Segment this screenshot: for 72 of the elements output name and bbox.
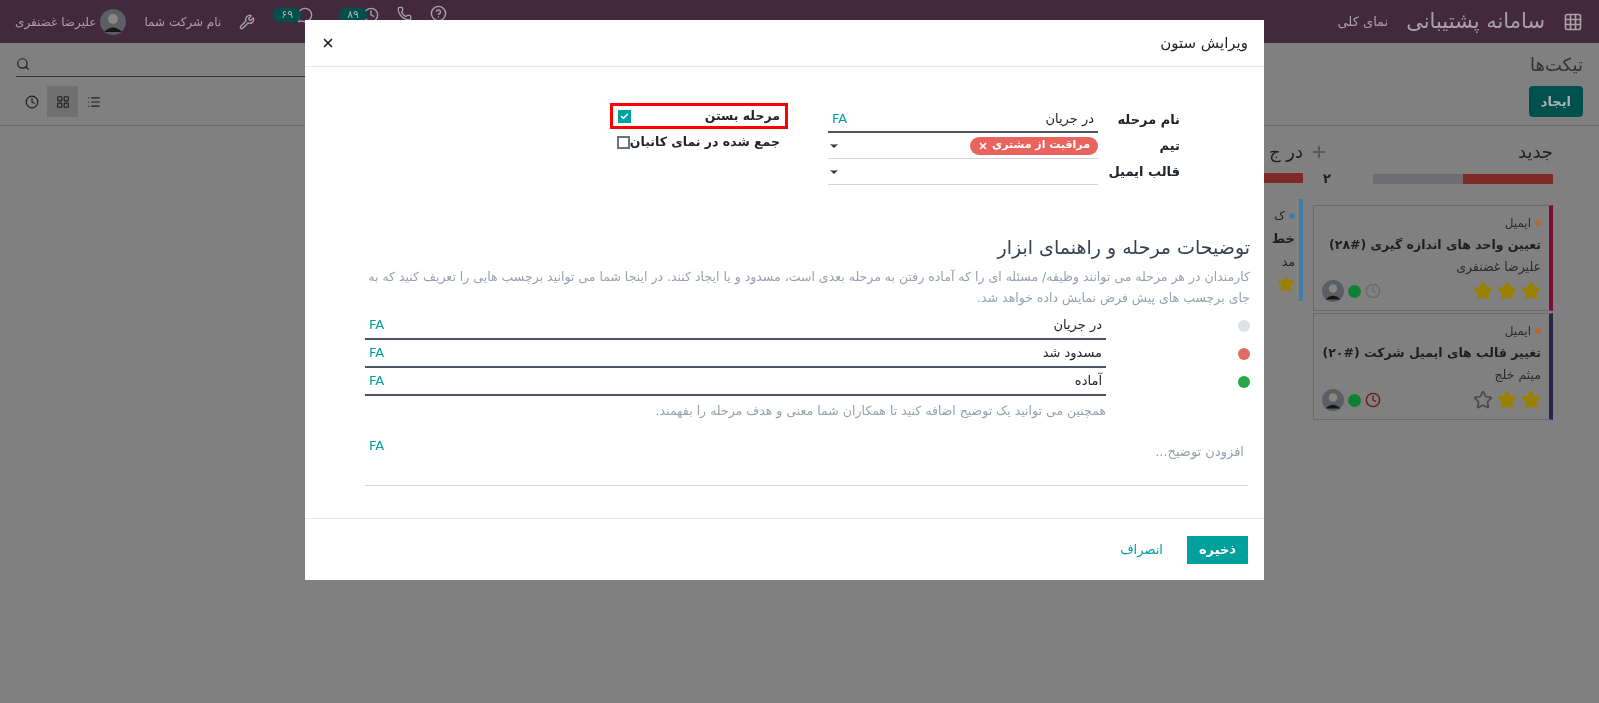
user-name[interactable]: علیرضا غضنفری <box>15 12 97 31</box>
avatar <box>100 8 127 35</box>
language-tag[interactable]: FA <box>369 436 385 486</box>
dialog-title: ویرایش ستون <box>1160 32 1248 54</box>
column-title: جدید <box>1517 140 1553 164</box>
field-value: در جریان <box>1053 315 1102 335</box>
avatar <box>1322 389 1344 411</box>
create-button[interactable]: ایجاد <box>1528 86 1583 117</box>
phone-icon[interactable] <box>396 6 412 21</box>
page-title: تیکت‌ها <box>1529 53 1583 77</box>
field-value: در جریان <box>1045 110 1094 129</box>
assignee-name: مد <box>1280 252 1295 271</box>
tag-label: ایمیل <box>1504 323 1531 341</box>
save-button[interactable]: ذخیره <box>1186 535 1248 564</box>
star-icon[interactable] <box>1277 275 1295 294</box>
ticket-card[interactable]: ایمیل تعیین واحد های اندازه گیری (#۲۸) علیرضا غضنفری <box>1313 204 1553 312</box>
menu-item[interactable]: نمای کلی <box>1337 11 1389 32</box>
star-icon[interactable] <box>1497 390 1517 410</box>
assignee-name: علیرضا غضنفری <box>1455 257 1541 277</box>
field-value: آماده <box>1074 371 1102 390</box>
language-tag[interactable]: FA <box>369 314 385 335</box>
star-rating[interactable] <box>1473 281 1541 302</box>
progress-bar[interactable] <box>1263 173 1303 183</box>
placeholder-text: افزودن توضیح... <box>1155 443 1244 462</box>
field-value: مسدود شد <box>1042 343 1102 363</box>
checkbox[interactable] <box>618 109 631 123</box>
ticket-title: تغییر قالب های ایمیل شرکت (#۲۰) <box>1322 344 1541 363</box>
language-tag[interactable]: FA <box>369 370 385 391</box>
app-title[interactable]: سامانه پشتیبانی <box>1406 5 1545 38</box>
section-title: توضیحات مرحله و راهنمای ابزار <box>995 235 1250 261</box>
message-count-badge: ۶۹ <box>273 7 302 22</box>
add-icon[interactable] <box>1313 145 1325 158</box>
star-icon[interactable] <box>1521 281 1541 302</box>
tools-icon[interactable] <box>239 13 256 30</box>
assignee-name: میثم خلج <box>1493 366 1541 385</box>
checkbox-label: جمع شده در نمای کانبان <box>629 132 780 151</box>
tag-label: ایمیل <box>1504 214 1531 232</box>
language-tag[interactable]: FA <box>832 109 848 129</box>
star-rating[interactable] <box>1473 390 1541 410</box>
field-label: تیم <box>1158 137 1180 156</box>
activity-view-icon <box>24 94 39 109</box>
search-icon <box>16 57 30 71</box>
close-icon[interactable] <box>321 36 335 50</box>
help-text: کارمندان در هر مرحله می توانند وظیفه/ مسئله ای را که آماده رفتن به مرحله بعدی است، مسدود و یا ایجاد کنند. در اینجا شما می توانید برچسب هایی را تعریف کنید که به جای برچسب های پیش فرض نمایش داده خواهد شد. <box>367 267 1250 308</box>
ticket-card[interactable]: ایمیل تغییر قالب های ایمیل شرکت (#۲۰) میثم خلج <box>1313 313 1553 420</box>
help-icon[interactable] <box>429 5 447 22</box>
star-icon[interactable] <box>1497 281 1517 302</box>
apps-menu-icon[interactable] <box>1563 11 1583 32</box>
company-name[interactable]: نام شرکت شما <box>144 12 222 31</box>
field-label: نام مرحله <box>1116 111 1180 130</box>
column-title: در ج <box>1267 140 1303 165</box>
ticket-title: خط <box>1270 230 1295 248</box>
kanban-view-button[interactable] <box>47 86 78 117</box>
column-count: ۲ <box>1323 170 1331 188</box>
activity-count-badge: ۸۹ <box>339 7 367 22</box>
checkbox[interactable] <box>616 135 630 149</box>
list-view-icon <box>86 94 101 109</box>
star-icon[interactable] <box>1473 390 1493 410</box>
cancel-button[interactable]: انصراف <box>1108 535 1175 564</box>
remove-icon[interactable] <box>978 140 989 151</box>
ticket-title: تعیین واحد های اندازه گیری (#۲۸) <box>1328 235 1541 254</box>
team-field[interactable]: مراقبت از مشتری <box>828 133 1098 159</box>
help-text: همچنین می توانید یک توضیح اضافه کنید تا همکاران شما معنی و هدف مرحله را بفهمند. <box>654 401 1106 421</box>
team-tag[interactable]: مراقبت از مشتری <box>970 136 1098 155</box>
kanban-view-icon <box>55 94 70 109</box>
checkbox-label: مرحله بستن <box>704 106 780 125</box>
field-label: قالب ایمیل <box>1107 163 1180 182</box>
tag-label: ک <box>1274 208 1285 225</box>
language-tag[interactable]: FA <box>369 342 385 363</box>
star-icon[interactable] <box>1473 281 1493 302</box>
avatar <box>1322 280 1344 303</box>
star-icon[interactable] <box>1521 390 1541 410</box>
